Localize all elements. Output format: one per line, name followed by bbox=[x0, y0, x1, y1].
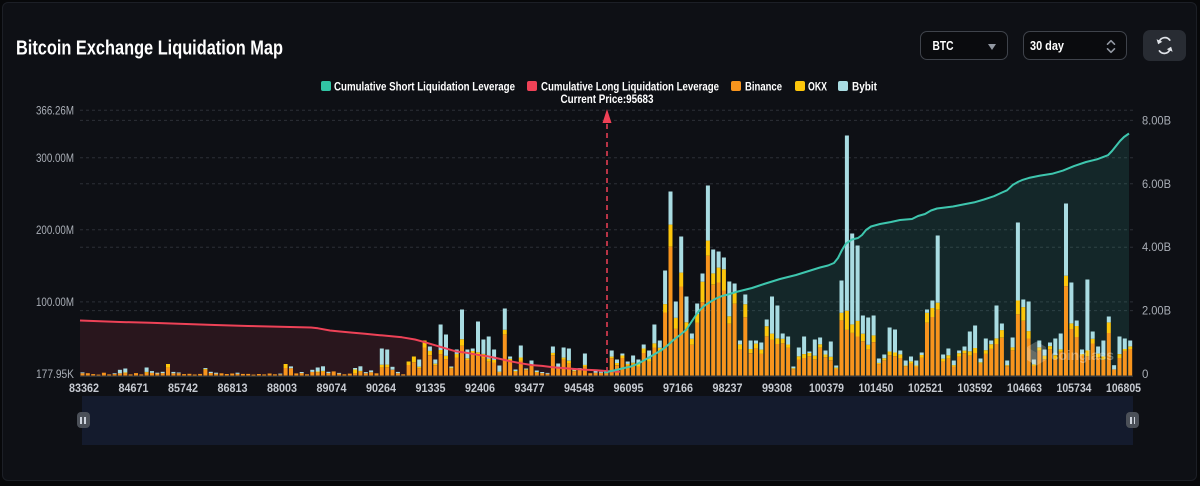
svg-text:85742: 85742 bbox=[168, 381, 198, 395]
svg-text:Binance: Binance bbox=[745, 79, 782, 93]
svg-text:83362: 83362 bbox=[69, 381, 99, 395]
svg-text:102521: 102521 bbox=[908, 381, 943, 395]
svg-text:4.00B: 4.00B bbox=[1142, 242, 1171, 254]
svg-text:92406: 92406 bbox=[465, 381, 495, 395]
svg-text:30 day: 30 day bbox=[1030, 38, 1065, 53]
svg-text:105734: 105734 bbox=[1057, 381, 1092, 395]
svg-text:Bybit: Bybit bbox=[852, 79, 877, 93]
svg-text:97166: 97166 bbox=[663, 381, 693, 395]
svg-text:Current Price:95683: Current Price:95683 bbox=[561, 92, 654, 106]
svg-text:104663: 104663 bbox=[1007, 381, 1042, 395]
svg-text:BTC: BTC bbox=[933, 38, 954, 53]
svg-text:Cumulative Short Liquidation L: Cumulative Short Liquidation Leverage bbox=[334, 79, 515, 93]
svg-text:96095: 96095 bbox=[614, 381, 644, 395]
svg-text:91335: 91335 bbox=[416, 381, 446, 395]
svg-text:99308: 99308 bbox=[762, 381, 792, 395]
svg-text:coinglass: coinglass bbox=[1051, 348, 1114, 363]
svg-text:84671: 84671 bbox=[119, 381, 149, 395]
svg-text:2.00B: 2.00B bbox=[1142, 306, 1171, 318]
svg-text:103592: 103592 bbox=[958, 381, 993, 395]
svg-text:90264: 90264 bbox=[366, 381, 396, 395]
svg-text:100379: 100379 bbox=[809, 381, 844, 395]
svg-text:6.00B: 6.00B bbox=[1142, 179, 1171, 191]
svg-text:86813: 86813 bbox=[218, 381, 248, 395]
svg-text:8.00B: 8.00B bbox=[1142, 115, 1171, 127]
svg-text:OKX: OKX bbox=[808, 79, 827, 93]
svg-text:94548: 94548 bbox=[564, 381, 594, 395]
svg-text:88003: 88003 bbox=[267, 381, 297, 395]
svg-text:177.95K: 177.95K bbox=[36, 369, 74, 381]
svg-text:366.26M: 366.26M bbox=[36, 105, 74, 117]
svg-text:93477: 93477 bbox=[515, 381, 545, 395]
svg-text:106805: 106805 bbox=[1106, 381, 1141, 395]
svg-text:0: 0 bbox=[1142, 369, 1148, 381]
svg-text:98237: 98237 bbox=[713, 381, 743, 395]
svg-text:300.00M: 300.00M bbox=[36, 153, 74, 165]
svg-text:89074: 89074 bbox=[317, 381, 347, 395]
svg-text:200.00M: 200.00M bbox=[36, 225, 74, 237]
svg-text:101450: 101450 bbox=[859, 381, 894, 395]
svg-text:Bitcoin Exchange Liquidation M: Bitcoin Exchange Liquidation Map bbox=[16, 37, 283, 60]
svg-text:100.00M: 100.00M bbox=[36, 297, 74, 309]
